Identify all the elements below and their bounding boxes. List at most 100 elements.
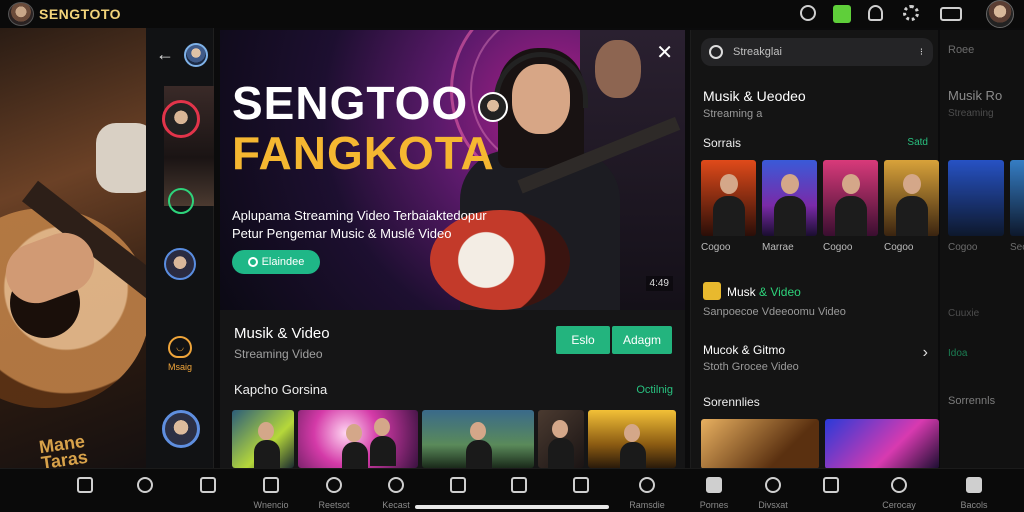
nav-account[interactable]: Cerocay: [869, 477, 929, 510]
artist-thumbnail[interactable]: [701, 160, 756, 236]
section-see-all-link[interactable]: Octilnig: [636, 384, 673, 396]
list-item-2-title[interactable]: Mucok & Gitmo: [703, 343, 785, 357]
content-subtitle: Streaming Video: [234, 347, 323, 361]
app-root: SENGTOTO Mane Taras ← ◡ Msaig ✕ SENGTOO …: [0, 0, 1024, 512]
chat-icon: [326, 477, 342, 493]
thumb-head: [552, 420, 568, 438]
rail-avatar-3[interactable]: [162, 410, 200, 448]
hero-description-line1: Aplupama Streaming Video Terbaiaktedopur: [232, 208, 487, 223]
artist-caption: Cogoo: [823, 242, 853, 253]
hero-title-line1: SENGTOO: [232, 77, 469, 129]
artist-head: [842, 174, 860, 194]
thumb-head: [346, 424, 362, 442]
rail-avatar-2[interactable]: [164, 248, 196, 280]
thumbnail-row: [232, 410, 676, 468]
artist-thumbnail[interactable]: [884, 160, 939, 236]
bag-icon: [511, 477, 527, 493]
close-icon[interactable]: ✕: [656, 40, 673, 65]
back-arrow-icon[interactable]: ←: [156, 44, 174, 65]
brand-avatar[interactable]: [8, 2, 34, 26]
ghost-row: Idoa: [948, 348, 968, 359]
right-subtitle: Streaming a: [703, 108, 763, 120]
nav-book[interactable]: [551, 477, 611, 500]
nav-library[interactable]: [178, 477, 238, 500]
user-avatar[interactable]: [986, 0, 1014, 28]
face-icon[interactable]: ◡: [168, 336, 192, 358]
playlist-icon: [450, 477, 466, 493]
video-thumbnail[interactable]: [825, 419, 939, 469]
nav-books[interactable]: Bacols: [944, 477, 1004, 510]
artist-body: [713, 196, 745, 236]
secondary-action-button[interactable]: Adagm: [612, 326, 672, 354]
chevron-right-icon[interactable]: ›: [923, 344, 928, 362]
settings-icon[interactable]: [903, 5, 919, 21]
ghost-search[interactable]: Roee: [948, 44, 974, 56]
list-item-subtitle: Sanpoecoe Vdeeoomu Video: [703, 306, 846, 318]
rail-status-ring-icon[interactable]: [168, 188, 194, 214]
duration-badge: 4:49: [645, 276, 673, 291]
face-label: Msaig: [167, 362, 192, 372]
list-item-title[interactable]: Musk & Video: [727, 285, 801, 299]
artist-thumbnail[interactable]: [823, 160, 878, 236]
artist-body: [835, 196, 867, 236]
ghost-section-label: Sorrennls: [948, 395, 996, 407]
rail-profile-mini[interactable]: [184, 43, 208, 67]
ghost-thumbnail[interactable]: [1010, 160, 1024, 236]
main-panel: ✕ SENGTOO FANGKOTA Aplupama Streaming Vi…: [220, 30, 685, 468]
play-circle-icon: [247, 257, 258, 267]
right-section-link[interactable]: Satd: [907, 137, 928, 148]
thumb-body: [548, 438, 574, 468]
hero-banner[interactable]: ✕ SENGTOO FANGKOTA Aplupama Streaming Vi…: [220, 30, 685, 310]
thumbnail[interactable]: [298, 410, 418, 468]
thumb-body: [342, 442, 368, 468]
screen-icon[interactable]: [940, 7, 962, 21]
refresh-icon: [388, 477, 404, 493]
artist-head: [781, 174, 799, 194]
home-indicator[interactable]: [415, 505, 609, 509]
thumbnail[interactable]: [422, 410, 534, 468]
right-panel: Streakglai ⁝ Musik & Ueodeo Streaming a …: [690, 30, 939, 469]
home-icon: [706, 477, 722, 493]
artist-captions: Cogoo Marrae Cogoo Cogoo: [701, 242, 939, 253]
refresh-icon[interactable]: [800, 5, 816, 21]
mic-icon[interactable]: ⁝: [920, 47, 923, 58]
nav-windows[interactable]: Wnencio: [241, 477, 301, 510]
sleeve-shape: [96, 123, 146, 193]
nav-label: Reetsot: [318, 500, 350, 510]
thumb-body: [466, 440, 492, 468]
right-title: Musik & Ueodeo: [703, 88, 806, 104]
hero-cta-button[interactable]: Elaindee: [232, 250, 320, 274]
nav-home-2[interactable]: Pornes: [684, 477, 744, 510]
nav-messages[interactable]: [801, 477, 861, 500]
artist-thumbnail[interactable]: [762, 160, 817, 236]
bag-icon: [966, 477, 982, 493]
thumbnail[interactable]: [588, 410, 676, 468]
cast-icon[interactable]: [833, 5, 851, 23]
rail-avatar-1[interactable]: [162, 100, 200, 138]
nav-profile[interactable]: Ramsdie: [617, 477, 677, 510]
primary-action-button[interactable]: Eslo: [556, 326, 610, 354]
thumbnail[interactable]: [538, 410, 584, 468]
nav-favorites[interactable]: [115, 477, 175, 500]
thumbnail[interactable]: [232, 410, 294, 468]
right-section-label: Sorrais: [703, 136, 742, 150]
electric-guitar: [430, 210, 570, 310]
bell-icon[interactable]: [868, 5, 883, 21]
nav-chat[interactable]: Reetsot: [304, 477, 364, 510]
artist-head: [720, 174, 738, 194]
list-item-2-subtitle: Stoth Grocee Video: [703, 361, 799, 373]
nav-home[interactable]: [55, 477, 115, 500]
video-thumbnail[interactable]: [701, 419, 819, 469]
ghost-thumbnail[interactable]: [948, 160, 1004, 236]
search-input[interactable]: Streakglai: [733, 46, 782, 58]
bottom-thumbnails: [701, 419, 939, 469]
nav-playlist[interactable]: [428, 477, 488, 500]
nav-bag[interactable]: [489, 477, 549, 500]
heart-icon: [137, 477, 153, 493]
nav-discover[interactable]: Divsxat: [743, 477, 803, 510]
hero-artist-badge[interactable]: [478, 92, 508, 122]
nav-label: Bacols: [960, 500, 988, 510]
search-icon: [765, 477, 781, 493]
search-bar[interactable]: Streakglai ⁝: [701, 38, 933, 66]
artwork-logo: Mane Taras: [37, 431, 89, 468]
